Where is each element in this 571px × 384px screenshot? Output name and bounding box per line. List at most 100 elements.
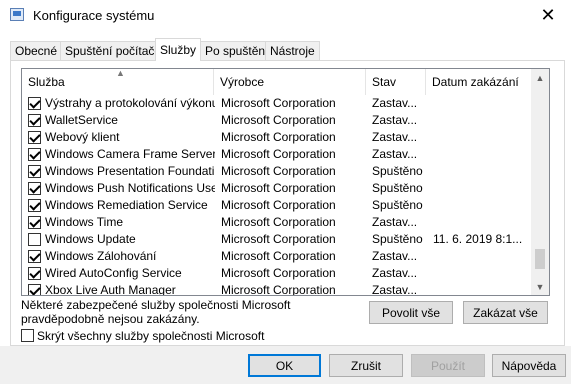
apply-button[interactable]: Použít bbox=[411, 354, 485, 377]
service-name: Výstrahy a protokolování výkonu bbox=[45, 96, 215, 110]
service-vendor: Microsoft Corporation bbox=[221, 113, 336, 127]
table-row[interactable]: WalletService Microsoft Corporation Zastav… bbox=[22, 112, 531, 129]
service-vendor: Microsoft Corporation bbox=[221, 96, 336, 110]
service-state: Zastav... bbox=[372, 266, 418, 280]
table-row[interactable]: Windows Time Microsoft Corporation Zastav.… bbox=[22, 214, 531, 231]
table-row[interactable]: Xbox Live Auth Manager Microsoft Corporat… bbox=[22, 282, 531, 296]
vertical-scrollbar[interactable]: ▲ ▼ bbox=[531, 69, 549, 295]
tab-boot[interactable]: Spuštění počítače bbox=[60, 41, 167, 60]
msconfig-icon bbox=[10, 8, 24, 21]
hide-microsoft-services-checkbox[interactable] bbox=[21, 329, 34, 342]
tab-startup[interactable]: Po spuštění bbox=[200, 41, 274, 60]
table-row[interactable]: Windows Remediation Service Microsoft Cor… bbox=[22, 197, 531, 214]
list-header: Služba ▲ Výrobce Stav Datum zakázání bbox=[22, 69, 531, 95]
service-name: Windows Push Notifications User... bbox=[45, 181, 215, 195]
services-list[interactable]: Služba ▲ Výrobce Stav Datum zakázání Výs… bbox=[21, 68, 550, 296]
service-disabled-date bbox=[433, 146, 528, 163]
service-checkbox[interactable] bbox=[28, 267, 41, 280]
tab-services[interactable]: Služby bbox=[155, 38, 202, 61]
service-name: Windows Presentation Foundati... bbox=[45, 164, 215, 178]
service-vendor: Microsoft Corporation bbox=[221, 164, 336, 178]
ok-button[interactable]: OK bbox=[248, 354, 321, 377]
service-checkbox[interactable] bbox=[28, 250, 41, 263]
table-row[interactable]: Windows Presentation Foundati... Microsof… bbox=[22, 163, 531, 180]
column-header-vendor[interactable]: Výrobce bbox=[214, 69, 366, 95]
service-state: Spuštěno bbox=[372, 232, 423, 246]
scroll-up-icon[interactable]: ▲ bbox=[531, 69, 549, 86]
service-vendor: Microsoft Corporation bbox=[221, 215, 336, 229]
tab-tools[interactable]: Nástroje bbox=[265, 41, 320, 60]
service-state: Zastav... bbox=[372, 283, 418, 296]
service-disabled-date bbox=[433, 248, 528, 265]
service-disabled-date bbox=[433, 180, 528, 197]
service-vendor: Microsoft Corporation bbox=[221, 181, 336, 195]
close-button[interactable]: ✕ bbox=[525, 0, 571, 31]
table-row[interactable]: Wired AutoConfig Service Microsoft Corpor… bbox=[22, 265, 531, 282]
service-checkbox[interactable] bbox=[28, 148, 41, 161]
service-disabled-date bbox=[433, 265, 528, 282]
service-name: Windows Zálohování bbox=[45, 249, 157, 263]
service-state: Spuštěno bbox=[372, 164, 423, 178]
service-state: Zastav... bbox=[372, 249, 418, 263]
table-row[interactable]: Výstrahy a protokolování výkonu Microsoft… bbox=[22, 95, 531, 112]
scroll-down-icon[interactable]: ▼ bbox=[531, 278, 549, 295]
sort-ascending-icon: ▲ bbox=[116, 68, 125, 78]
table-row[interactable]: Windows Camera Frame Server Microsoft Cor… bbox=[22, 146, 531, 163]
service-disabled-date bbox=[433, 163, 528, 180]
service-vendor: Microsoft Corporation bbox=[221, 283, 336, 296]
cancel-button[interactable]: Zrušit bbox=[329, 354, 403, 377]
service-name: Wired AutoConfig Service bbox=[45, 266, 182, 280]
service-name: WalletService bbox=[45, 113, 118, 127]
service-name: Windows Update bbox=[45, 232, 136, 246]
protected-services-note: Některé zabezpečené služby společnosti M… bbox=[21, 298, 291, 326]
service-name: Windows Camera Frame Server bbox=[45, 147, 215, 161]
service-state: Spuštěno bbox=[372, 181, 423, 195]
table-row[interactable]: Webový klient Microsoft Corporation Zastav… bbox=[22, 129, 531, 146]
service-name: Windows Time bbox=[45, 215, 124, 229]
service-state: Zastav... bbox=[372, 96, 418, 110]
service-checkbox[interactable] bbox=[28, 216, 41, 229]
service-state: Spuštěno bbox=[372, 198, 423, 212]
tab-general[interactable]: Obecné bbox=[10, 41, 63, 60]
service-vendor: Microsoft Corporation bbox=[221, 232, 336, 246]
scrollbar-thumb[interactable] bbox=[535, 249, 545, 269]
service-disabled-date bbox=[433, 197, 528, 214]
service-vendor: Microsoft Corporation bbox=[221, 130, 336, 144]
service-checkbox[interactable] bbox=[28, 165, 41, 178]
service-name: Windows Remediation Service bbox=[45, 198, 208, 212]
column-header-disabled-date[interactable]: Datum zakázání bbox=[426, 69, 531, 95]
service-vendor: Microsoft Corporation bbox=[221, 249, 336, 263]
service-checkbox[interactable] bbox=[28, 114, 41, 127]
service-checkbox[interactable] bbox=[28, 284, 41, 295]
service-state: Zastav... bbox=[372, 113, 418, 127]
table-row[interactable]: Windows Zálohování Microsoft Corporation Z… bbox=[22, 248, 531, 265]
title-bar: Konfigurace systému ✕ bbox=[0, 0, 571, 31]
service-state: Zastav... bbox=[372, 130, 418, 144]
service-disabled-date bbox=[433, 112, 528, 129]
column-header-state[interactable]: Stav bbox=[366, 69, 426, 95]
service-disabled-date bbox=[433, 282, 528, 295]
enable-all-button[interactable]: Povolit vše bbox=[369, 301, 453, 324]
service-checkbox[interactable] bbox=[28, 199, 41, 212]
help-button[interactable]: Nápověda bbox=[492, 354, 566, 377]
service-name: Webový klient bbox=[45, 130, 120, 144]
table-row[interactable]: Windows Push Notifications User... Micros… bbox=[22, 180, 531, 197]
service-disabled-date: 11. 6. 2019 8:1... bbox=[433, 232, 523, 246]
service-disabled-date bbox=[433, 214, 528, 231]
service-state: Zastav... bbox=[372, 147, 418, 161]
service-vendor: Microsoft Corporation bbox=[221, 147, 336, 161]
service-disabled-date bbox=[433, 129, 528, 146]
table-row[interactable]: Windows Update Microsoft Corporation Spušt… bbox=[22, 231, 531, 248]
service-vendor: Microsoft Corporation bbox=[221, 198, 336, 212]
hide-microsoft-services-label: Skrýt všechny služby společnosti Microso… bbox=[37, 329, 265, 343]
service-disabled-date bbox=[433, 95, 528, 112]
window-title: Konfigurace systému bbox=[33, 8, 155, 23]
service-checkbox[interactable] bbox=[28, 131, 41, 144]
service-checkbox[interactable] bbox=[28, 97, 41, 110]
service-checkbox[interactable] bbox=[28, 233, 41, 246]
service-name: Xbox Live Auth Manager bbox=[45, 283, 176, 296]
service-checkbox[interactable] bbox=[28, 182, 41, 195]
service-vendor: Microsoft Corporation bbox=[221, 266, 336, 280]
disable-all-button[interactable]: Zakázat vše bbox=[463, 301, 548, 324]
column-header-service[interactable]: Služba ▲ bbox=[22, 69, 214, 95]
